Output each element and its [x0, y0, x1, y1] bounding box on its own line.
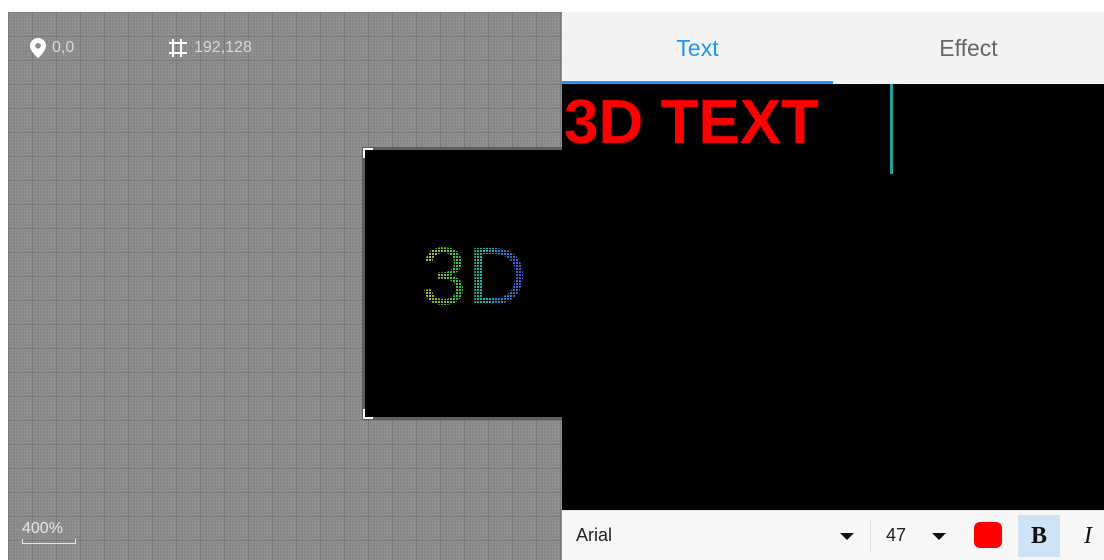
app-root: 0,0 192,128 3D 400% Text Effect 3D TEXT	[0, 0, 1104, 560]
zoom-scale-bar	[22, 539, 76, 544]
size-value: 192,128	[194, 39, 252, 56]
size-readout: 192,128	[168, 38, 252, 58]
selection-handle-bottom-left[interactable]	[363, 409, 373, 419]
selection-handle-top-left[interactable]	[363, 148, 373, 158]
bold-button[interactable]: B	[1018, 515, 1060, 557]
led-preview-text: 3D	[421, 231, 528, 322]
tab-text[interactable]: Text	[562, 12, 833, 84]
text-input-area[interactable]: 3D TEXT	[562, 84, 1104, 510]
font-size-select[interactable]: 47	[886, 525, 906, 546]
zoom-label: 400%	[22, 520, 63, 537]
tab-bar: Text Effect	[562, 12, 1104, 84]
text-editor-panel: Text Effect 3D TEXT Arial 47 B I	[562, 12, 1104, 560]
caret-down-icon[interactable]	[932, 533, 946, 540]
zoom-indicator: 400%	[22, 520, 76, 544]
caret-down-icon[interactable]	[840, 533, 854, 540]
format-toolbar: Arial 47 B I	[562, 510, 1104, 560]
text-cursor	[890, 84, 893, 174]
italic-button[interactable]: I	[1072, 515, 1104, 557]
font-select[interactable]: Arial	[576, 525, 612, 546]
toolbar-divider	[870, 519, 871, 553]
position-value: 0,0	[52, 39, 75, 56]
text-color-button[interactable]	[974, 522, 1002, 548]
text-input-value[interactable]: 3D TEXT	[564, 86, 819, 160]
crop-grid-icon	[169, 39, 187, 57]
canvas-area[interactable]: 0,0 192,128 3D 400%	[8, 12, 562, 560]
tab-effect[interactable]: Effect	[833, 12, 1104, 84]
led-preview-panel[interactable]: 3D	[363, 148, 562, 419]
map-pin-icon	[30, 38, 46, 58]
position-readout: 0,0	[30, 38, 74, 58]
